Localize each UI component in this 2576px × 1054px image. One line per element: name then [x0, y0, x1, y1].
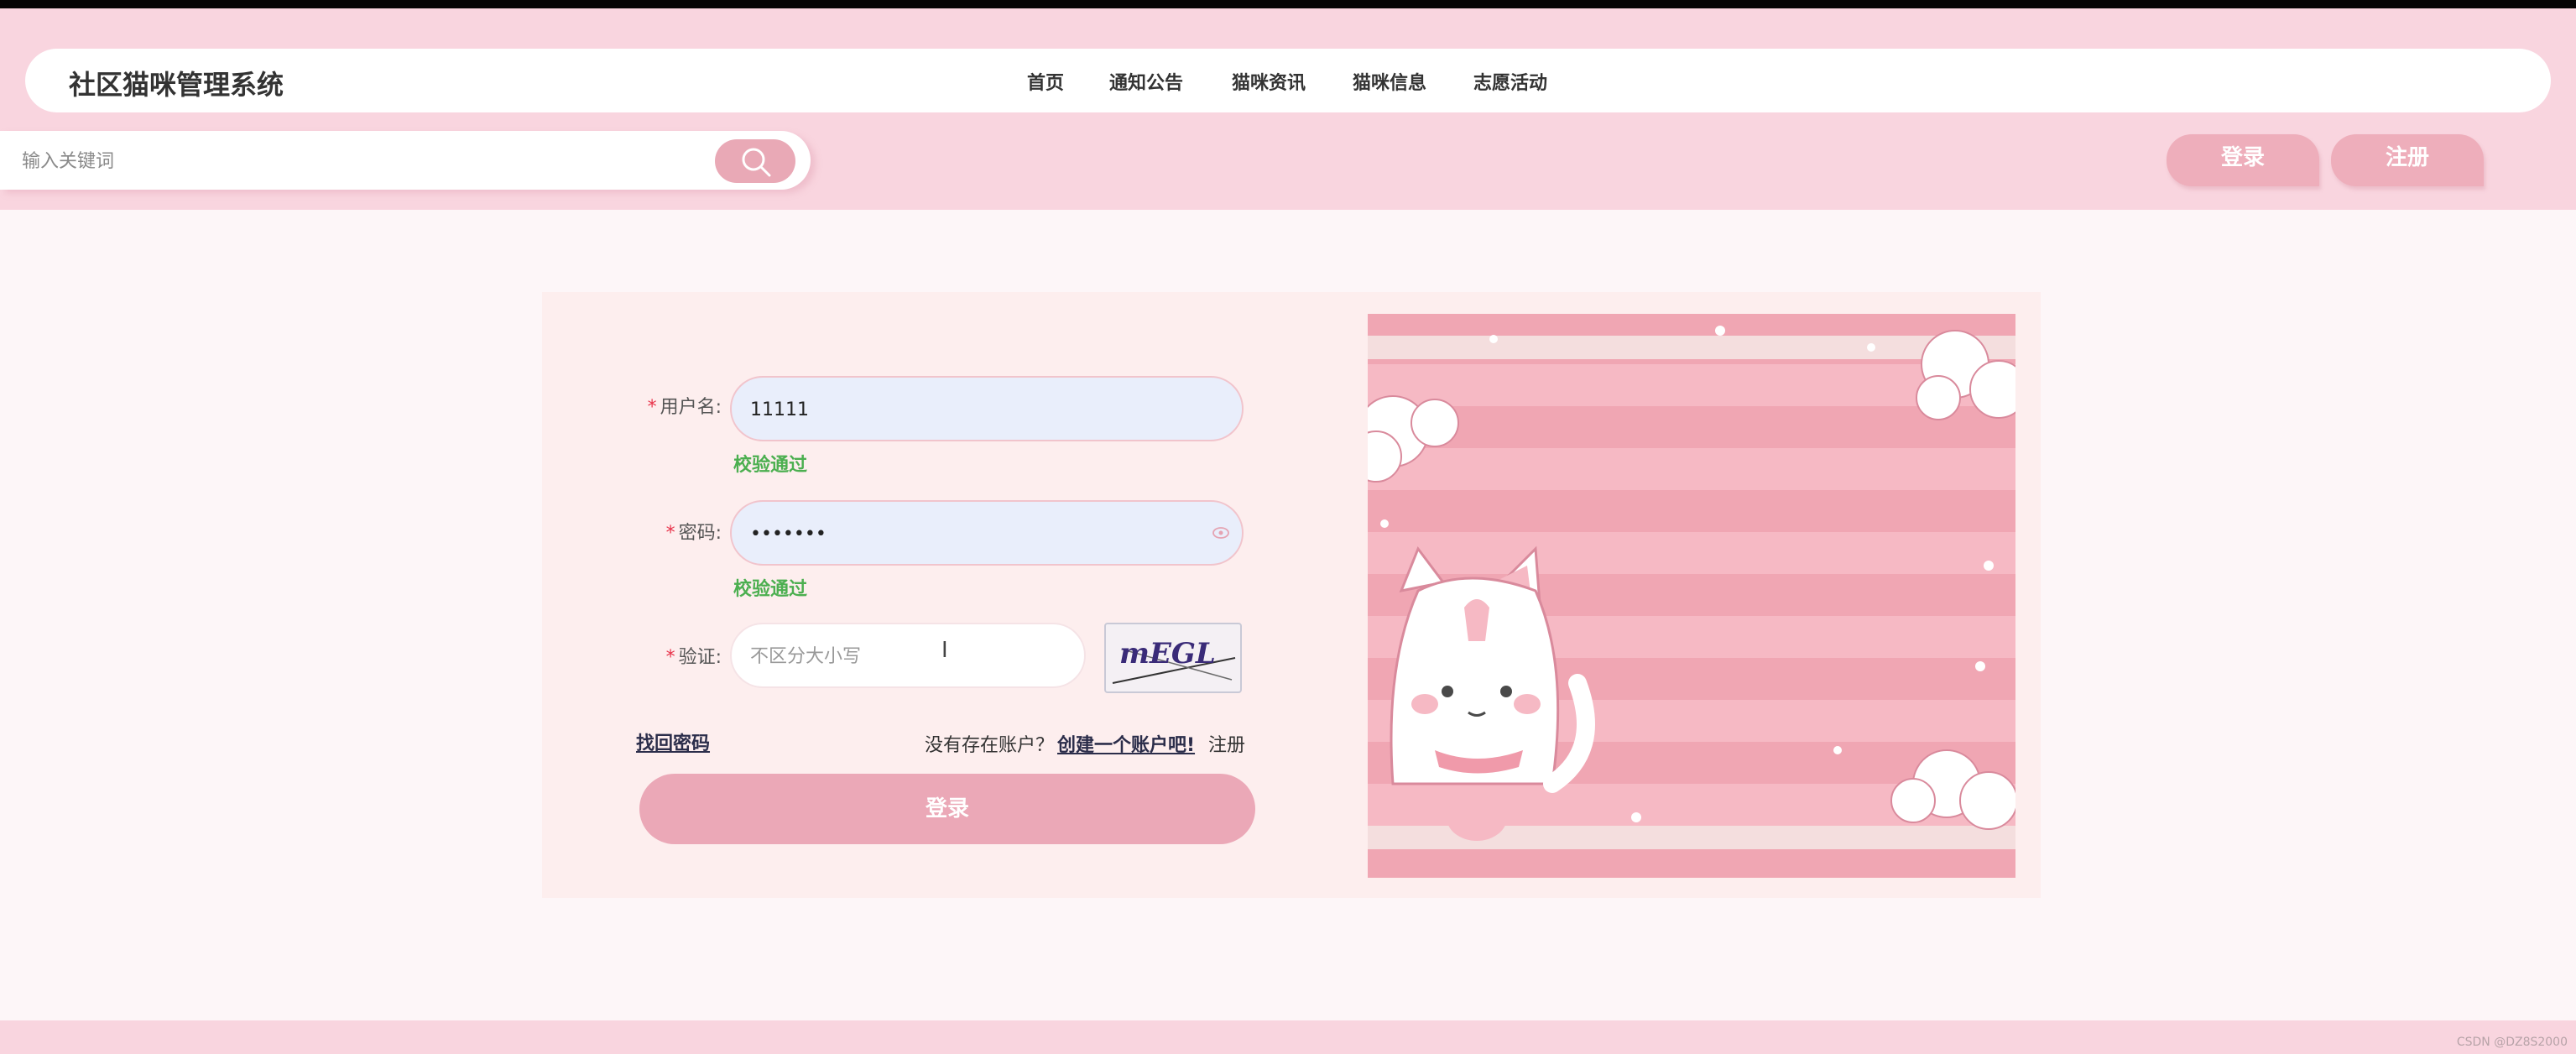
- captcha-field-wrap: I: [730, 623, 1086, 688]
- footer-band: [0, 1020, 2576, 1054]
- captcha-text: mEGL: [1119, 637, 1216, 670]
- password-input[interactable]: [750, 517, 1159, 550]
- top-black-bar: [0, 0, 2576, 8]
- captcha-input[interactable]: [750, 639, 1032, 673]
- header-login-button[interactable]: 登录: [2167, 134, 2319, 186]
- search-input[interactable]: [22, 144, 693, 178]
- search-bar: [0, 131, 811, 190]
- register-link[interactable]: 注册: [1208, 730, 1245, 757]
- nav-item-cat-info[interactable]: 猫咪信息: [1353, 67, 1426, 101]
- eye-icon[interactable]: [1212, 525, 1230, 544]
- create-account-link[interactable]: 创建一个账户吧!: [1057, 730, 1195, 757]
- cat-illustration: [1368, 314, 2015, 878]
- no-account-text: 没有存在账户？: [925, 735, 1055, 756]
- nav-item-home[interactable]: 首页: [1027, 67, 1064, 101]
- nav-item-notices[interactable]: 通知公告: [1109, 67, 1183, 101]
- password-valid-message: 校验通过: [733, 579, 808, 600]
- forgot-password-link[interactable]: 找回密码: [636, 728, 710, 755]
- login-submit-button[interactable]: 登录: [639, 774, 1255, 844]
- password-label: * 密码:: [665, 523, 722, 544]
- nav-item-cat-news[interactable]: 猫咪资讯: [1232, 67, 1306, 101]
- username-valid-message: 校验通过: [733, 455, 808, 476]
- username-input[interactable]: [750, 393, 1159, 426]
- site-title: 社区猫咪管理系统: [69, 69, 284, 101]
- text-cursor-icon: I: [941, 638, 948, 663]
- search-button[interactable]: [715, 139, 795, 183]
- header-register-button[interactable]: 注册: [2331, 134, 2484, 186]
- nav-item-volunteer[interactable]: 志愿活动: [1473, 67, 1547, 101]
- username-label: * 用户名:: [647, 397, 722, 418]
- watermark: CSDN @DZ8S2000: [2456, 1036, 2568, 1049]
- password-field-wrap: [730, 500, 1244, 566]
- captcha-label: * 验证:: [665, 647, 722, 668]
- captcha-image[interactable]: mEGL: [1104, 623, 1242, 693]
- username-field-wrap: [730, 376, 1244, 441]
